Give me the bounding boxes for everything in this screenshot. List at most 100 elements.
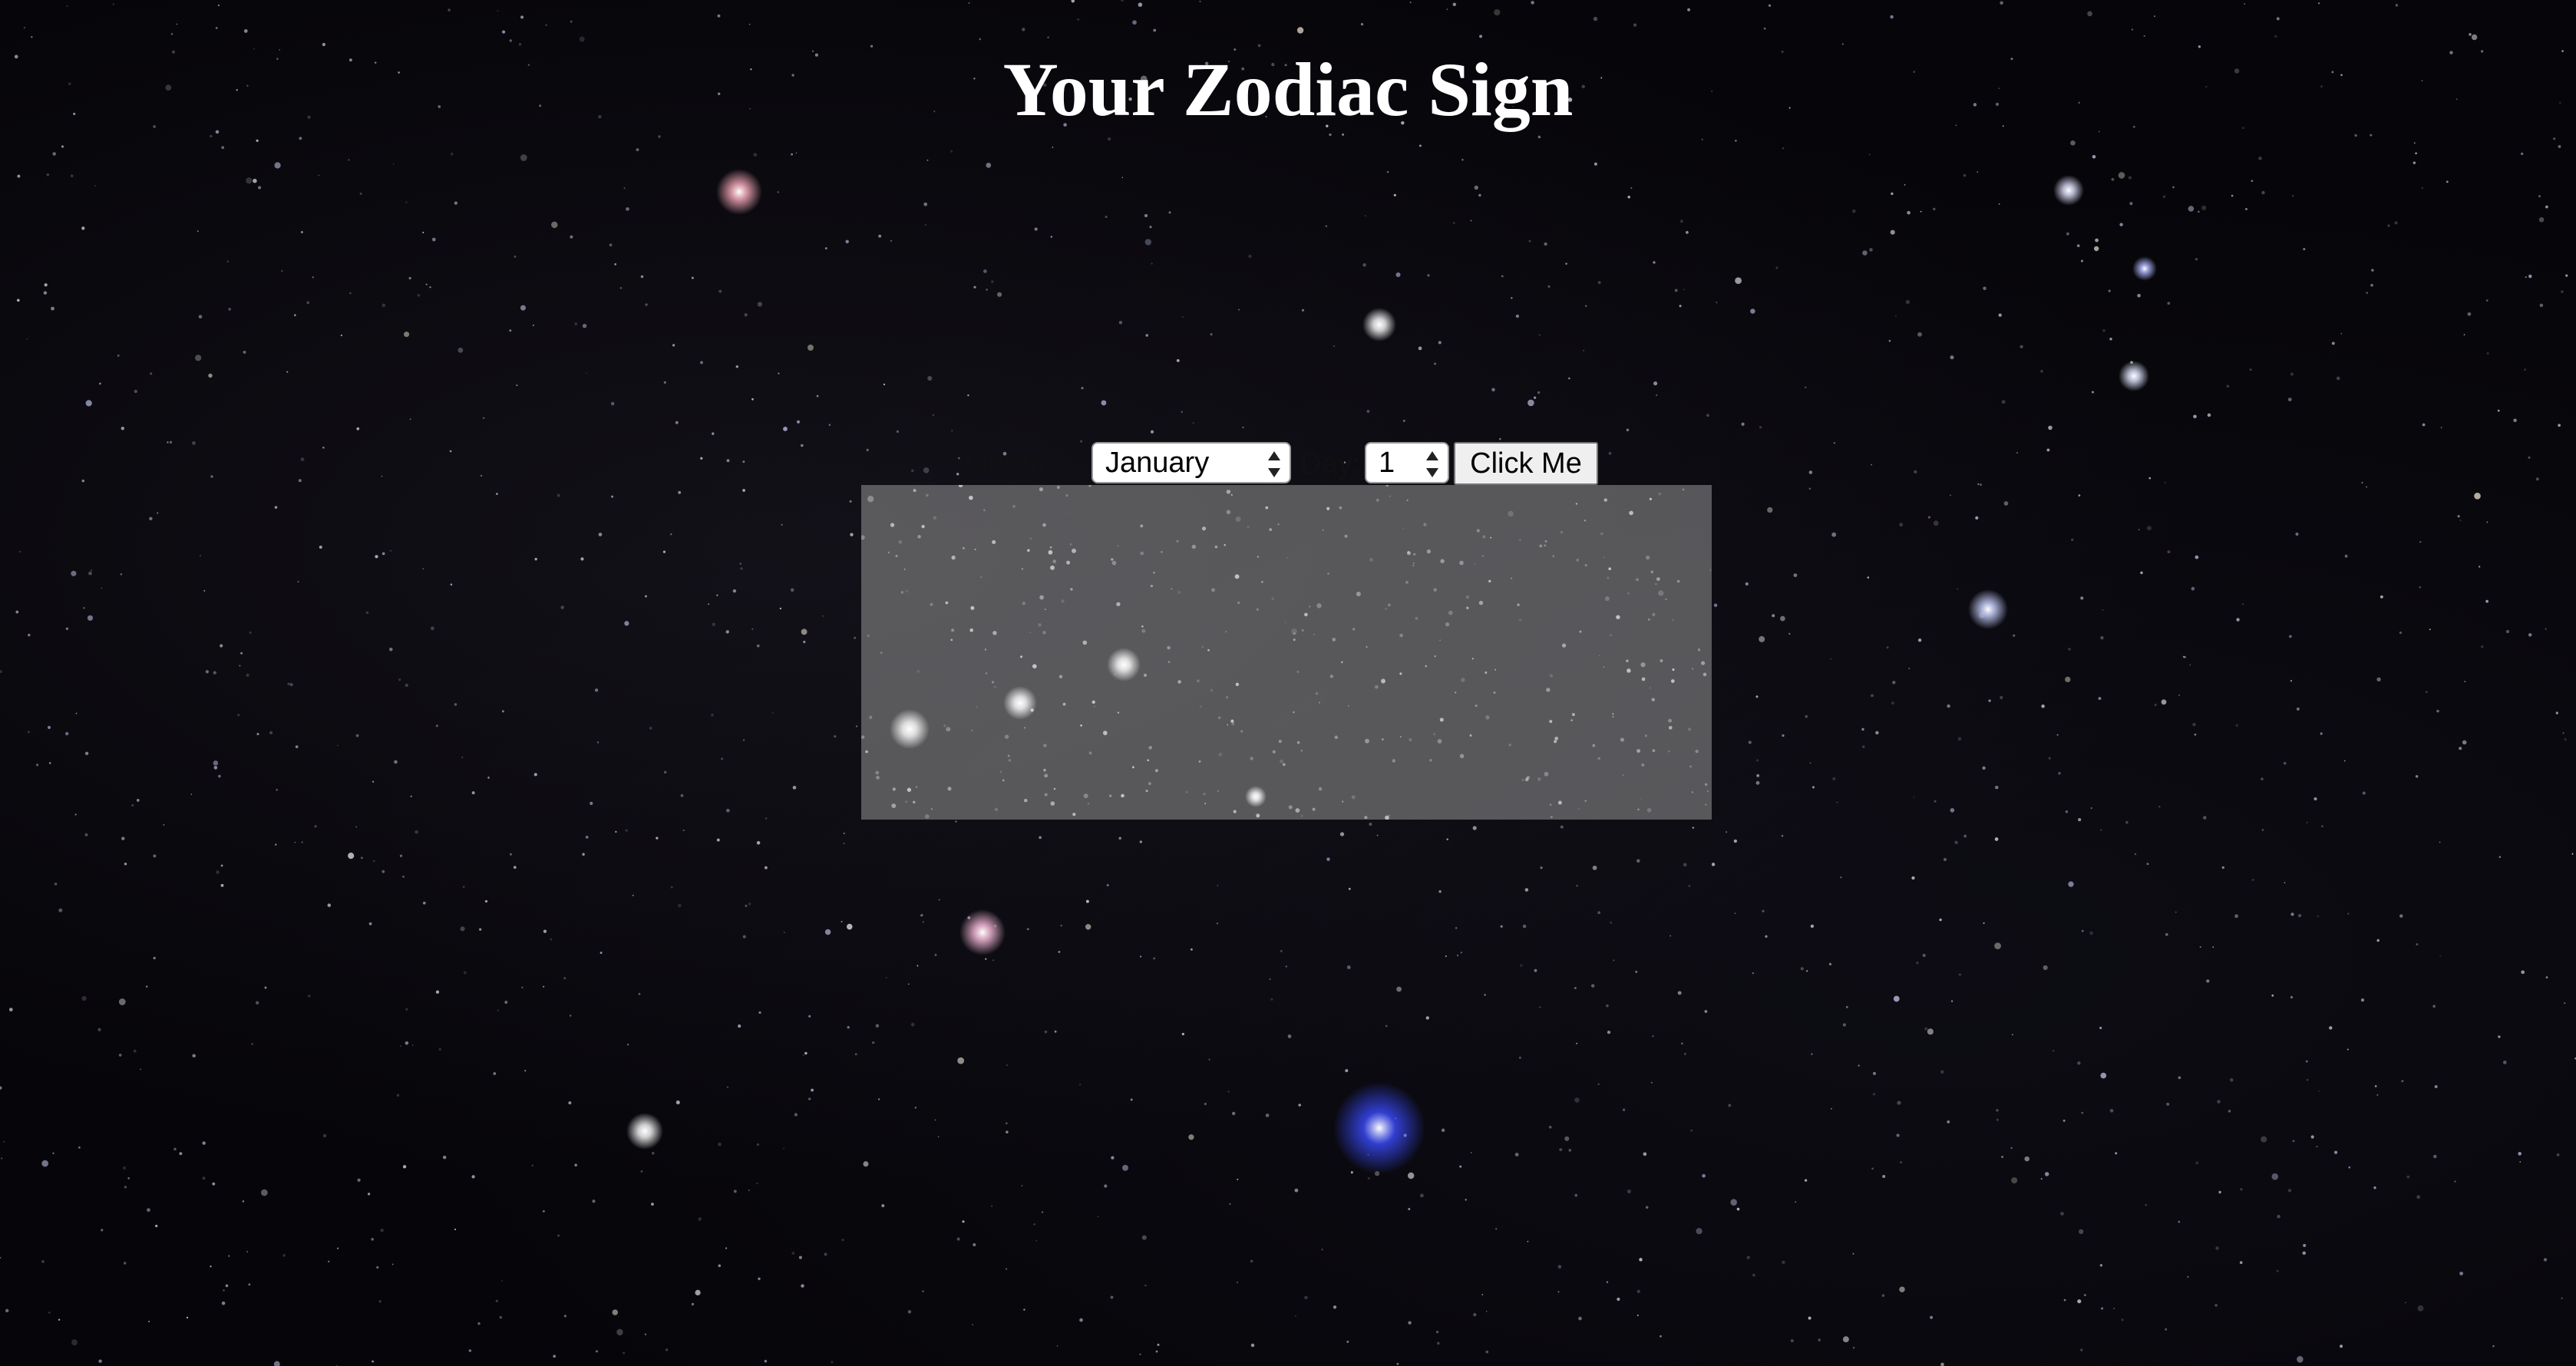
star xyxy=(221,1301,226,1305)
star xyxy=(923,467,930,473)
star xyxy=(1899,523,1904,527)
star xyxy=(1515,314,1520,318)
star xyxy=(1537,777,1541,781)
star xyxy=(2525,276,2527,279)
star xyxy=(450,583,453,586)
star xyxy=(933,516,937,520)
result-panel-starfield xyxy=(861,485,1712,820)
star xyxy=(1369,822,1372,827)
star xyxy=(664,770,667,774)
star xyxy=(739,563,741,565)
star xyxy=(1551,816,1553,818)
star xyxy=(1065,494,1068,497)
star xyxy=(471,1175,475,1179)
star xyxy=(1554,740,1557,744)
star xyxy=(1216,922,1219,925)
star xyxy=(1491,388,1495,392)
star xyxy=(590,801,593,806)
star xyxy=(1296,27,1304,34)
star xyxy=(15,610,19,614)
star xyxy=(1927,516,1930,519)
star xyxy=(192,1054,196,1057)
star xyxy=(2467,312,2472,316)
star xyxy=(1734,912,1736,915)
star xyxy=(1894,315,1897,317)
star xyxy=(1733,839,1738,843)
star xyxy=(1636,749,1641,753)
day-select[interactable]: 1 xyxy=(1365,442,1449,483)
star xyxy=(118,1054,122,1057)
star xyxy=(1197,679,1200,683)
star xyxy=(2178,1220,2181,1223)
star xyxy=(1808,1316,1811,1320)
star xyxy=(598,533,603,536)
star xyxy=(867,634,870,638)
star xyxy=(854,1053,857,1056)
star xyxy=(1445,622,1450,627)
star xyxy=(1597,1083,1600,1085)
star xyxy=(2340,332,2343,335)
star xyxy=(957,1057,965,1064)
star xyxy=(1423,523,1427,526)
star xyxy=(1940,1070,1944,1074)
star xyxy=(1639,1258,1643,1262)
click-me-button[interactable]: Click Me xyxy=(1454,442,1598,485)
star xyxy=(1389,495,1391,497)
star xyxy=(1716,302,1718,304)
star xyxy=(877,1098,880,1100)
star xyxy=(1470,1152,1472,1153)
star xyxy=(2405,1302,2406,1304)
star xyxy=(2292,195,2294,197)
star xyxy=(1048,549,1053,555)
star xyxy=(2446,180,2449,183)
star xyxy=(435,990,440,994)
star xyxy=(632,894,634,896)
star xyxy=(756,644,760,648)
star xyxy=(1977,483,1980,486)
star xyxy=(275,843,277,846)
star xyxy=(2003,501,2009,506)
star xyxy=(2290,680,2293,682)
star xyxy=(2360,998,2365,1002)
star xyxy=(375,555,378,559)
star xyxy=(921,524,925,529)
star xyxy=(1301,629,1304,632)
star xyxy=(78,1146,81,1149)
star xyxy=(487,777,490,779)
star xyxy=(371,1238,374,1241)
star xyxy=(312,276,314,279)
star xyxy=(1047,36,1049,38)
star xyxy=(543,985,545,988)
star xyxy=(2346,1048,2349,1051)
star xyxy=(645,303,648,306)
star xyxy=(791,1252,795,1255)
star xyxy=(1540,866,1543,869)
star xyxy=(1280,949,1283,952)
star xyxy=(1658,492,1662,496)
star xyxy=(1947,704,1950,708)
star xyxy=(402,876,405,878)
star xyxy=(300,230,303,234)
star xyxy=(1755,695,1759,698)
star xyxy=(841,1239,844,1242)
star xyxy=(501,1280,504,1282)
month-select[interactable]: January xyxy=(1091,442,1291,483)
star xyxy=(1927,1028,1934,1035)
star xyxy=(405,1008,408,1011)
star xyxy=(1890,15,1894,19)
star xyxy=(1557,1265,1562,1269)
star xyxy=(157,512,159,514)
star xyxy=(1285,965,1287,968)
star xyxy=(1636,578,1639,582)
star xyxy=(2313,797,2317,801)
star xyxy=(1980,483,1982,486)
star xyxy=(2011,1034,2013,1036)
star xyxy=(1439,718,1444,722)
star xyxy=(1474,185,1479,190)
star xyxy=(1871,694,1874,698)
star xyxy=(1265,506,1269,510)
star xyxy=(1393,193,1396,196)
star xyxy=(1713,603,1718,607)
star xyxy=(71,1339,78,1346)
star xyxy=(1933,520,1939,526)
